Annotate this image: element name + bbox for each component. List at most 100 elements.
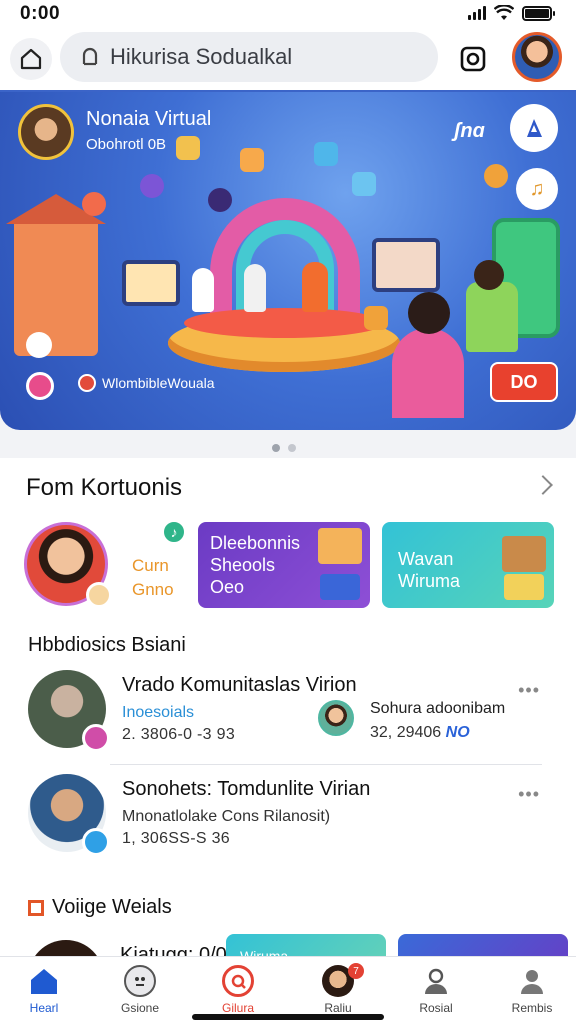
woman-head-illustration [408, 292, 450, 334]
side-meta: 32, 29406 NO [370, 724, 470, 742]
tab-label: Gilura [221, 1001, 254, 1015]
side-meta-value: 32, 29406 [370, 724, 442, 741]
home-indicator [192, 1014, 384, 1020]
item-meta: 2. 3806-0 -3 93 [122, 726, 236, 743]
tab-social[interactable]: Rosial [388, 965, 484, 1017]
item-title: Sonohets: Tomdunlite Virian [122, 778, 371, 800]
carousel-dots [272, 444, 296, 452]
hero-avatar[interactable] [18, 104, 74, 160]
music-button[interactable]: ♫ [516, 168, 558, 210]
hero-badge-icon [26, 332, 52, 358]
card-illustration [320, 574, 360, 600]
tab-profile[interactable]: Rembis [484, 965, 576, 1017]
tab-live[interactable]: Gilura [190, 965, 286, 1017]
dancer-illustration [244, 264, 266, 312]
search-bar[interactable]: Hikurisa Sodualkal [60, 32, 438, 82]
category-card-teal[interactable]: Wavan Wiruma [382, 522, 554, 608]
more-icon[interactable]: ••• [518, 680, 540, 701]
play-icon [527, 119, 542, 137]
list-item[interactable]: Sonohets: Tomdunlite Virian Mnonatlolake… [28, 774, 548, 858]
item-title: Vrado Komunitaslas Virion [122, 674, 357, 696]
side-avatar[interactable] [318, 700, 354, 736]
featured-label[interactable]: Curn Gnno [132, 554, 174, 602]
promo-title: Voiige Weials [28, 896, 172, 919]
floating-icon [484, 164, 508, 188]
floating-icon [364, 306, 388, 330]
side-tag: NO [445, 724, 470, 741]
woman-illustration [392, 328, 464, 418]
tab-label: Hearl [29, 1001, 59, 1015]
play-button[interactable] [510, 104, 558, 152]
hero-banner[interactable]: Nonaia Virtual Obohrotl 0B ʃnɑ ♫ Wlombib… [0, 92, 576, 430]
section-title: Fom Kortuonis [26, 474, 183, 501]
card-line: Wiruma [398, 571, 460, 591]
featured-label-line2: Gnno [132, 580, 174, 599]
card-illustration [504, 574, 544, 600]
card-text: Wavan Wiruma [398, 548, 460, 592]
floating-icon [208, 188, 232, 212]
live-icon [222, 965, 254, 997]
tab-friends[interactable]: 7 Raliu [290, 963, 386, 1017]
carousel-dot[interactable] [288, 444, 296, 452]
tab-label: Gsione [120, 1001, 160, 1015]
gamer-illustration [466, 282, 518, 352]
profile-icon [516, 965, 548, 997]
hero-live-icon[interactable] [26, 372, 54, 400]
item-badge-icon [82, 724, 110, 752]
person-icon [420, 965, 452, 997]
screen-illustration [372, 238, 440, 292]
floating-icon [82, 192, 106, 216]
floating-icon [240, 148, 264, 172]
floating-icon [140, 174, 164, 198]
notification-badge: 7 [348, 963, 364, 979]
list-item[interactable]: Vrado Komunitaslas Virion Inoesoials 2. … [28, 670, 548, 754]
card-illustration [502, 536, 546, 572]
tab-label: Rosial [419, 1001, 453, 1015]
promo-title-text: Voiige Weials [52, 896, 172, 918]
item-subtitle[interactable]: Inoesoials [122, 704, 194, 722]
chevron-right-icon[interactable] [533, 475, 553, 495]
camera-button[interactable] [452, 38, 494, 80]
wifi-icon [494, 5, 514, 20]
card-text: Dleebonnis Sheools Oeo [210, 532, 300, 598]
card-line: Oeo [210, 577, 245, 597]
twitter-icon [82, 828, 110, 856]
card-line: Sheools [210, 555, 276, 575]
more-icon[interactable]: ••• [518, 784, 540, 805]
search-input[interactable]: Hikurisa Sodualkal [110, 44, 292, 70]
tab-label: Rembis [511, 1001, 553, 1015]
floating-icon [352, 172, 376, 196]
camera-icon [460, 46, 486, 72]
dancer-illustration [302, 262, 328, 312]
hero-caption: WlombibleWouala [78, 374, 215, 392]
item-subtitle: Mnonatlolake Cons Rilanosit) [122, 808, 331, 825]
hero-subtitle: Obohrotl 0B [86, 136, 167, 153]
robot-icon [124, 965, 156, 997]
community-panel: Hbbdiosics Bsiani Vrado Komunitaslas Vir… [16, 614, 568, 1000]
caption-avatar-icon [78, 374, 96, 392]
status-bar: 0:00 [0, 0, 576, 28]
card-line: Wavan [398, 549, 454, 569]
promo-icon [28, 899, 44, 916]
stage-top-illustration [184, 308, 384, 338]
panel-title: Hbbdiosics Bsiani [28, 634, 186, 656]
tab-games[interactable]: Gsione [92, 965, 188, 1017]
cellular-signal-icon [468, 6, 486, 20]
search-icon [82, 47, 98, 66]
featured-badge-icon [86, 582, 112, 608]
category-card-purple[interactable]: Dleebonnis Sheools Oeo [198, 522, 370, 608]
music-note-icon: ♪ [162, 520, 186, 544]
carousel-dot[interactable] [272, 444, 280, 452]
floating-icon [314, 142, 338, 166]
dancer-illustration [192, 268, 214, 312]
tab-home[interactable]: Hearl [0, 965, 92, 1017]
hero-caption-text: WlombibleWouala [102, 375, 215, 391]
home-button[interactable] [10, 38, 52, 80]
floating-icon [176, 136, 200, 160]
profile-avatar[interactable] [512, 32, 562, 82]
top-bar: Hikurisa Sodualkal [0, 28, 576, 92]
hero-cta-button[interactable]: DO [490, 362, 558, 402]
featured-label-line1: Curn [132, 556, 169, 575]
battery-icon [522, 5, 555, 21]
content-area: Fom Kortuonis ♪ Curn Gnno Dleebonnis She… [0, 458, 576, 1000]
